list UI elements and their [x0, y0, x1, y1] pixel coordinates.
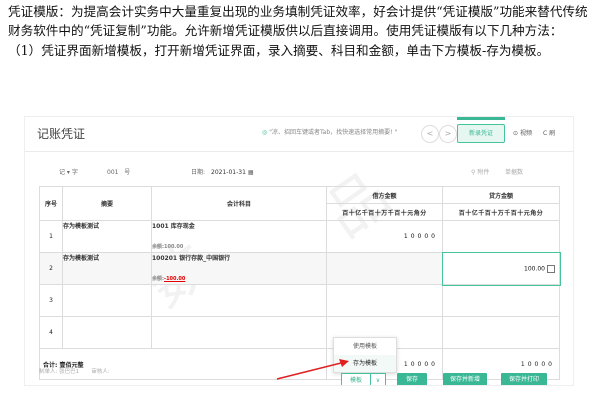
table-row: 3	[39, 284, 560, 317]
template-dropdown-toggle[interactable]: ∨	[370, 373, 386, 385]
summary-cell[interactable]	[62, 316, 152, 349]
template-button[interactable]: 模板	[341, 373, 371, 385]
balance-label: 余额:	[152, 276, 164, 282]
debit-amount-cell[interactable]: 10000	[326, 220, 443, 253]
paragraph-intro: 凭证模版：为提高会计实务中大量重复出现的业务填制凭证效率，好会计提供“凭证模版”…	[8, 4, 588, 39]
calendar-icon: ▦	[247, 169, 254, 176]
credit-digits: 百十亿千百十万千百十元角分	[442, 203, 560, 221]
account-cell[interactable]	[151, 284, 327, 317]
voucher-date-field[interactable]: 日期: 2021-01-31 ▦	[191, 167, 254, 176]
video-label: 视频	[519, 130, 532, 137]
account-name: 100201 银行存款_中国银行	[152, 255, 231, 262]
word-label: 字	[71, 169, 78, 176]
account-cell[interactable]	[151, 316, 327, 349]
attachment-label: 附件	[477, 169, 490, 176]
summary-cell[interactable]	[62, 284, 152, 317]
debit-amount-cell[interactable]	[326, 284, 443, 317]
balance-value: 100.00	[164, 244, 184, 250]
summary-cell[interactable]: 存为模板测试	[62, 252, 152, 285]
paragraph-method-1: （1）凭证界面新增模板，打开新增凭证界面，录入摘要、科目和金额，单击下方模板-存…	[8, 42, 550, 58]
use-template-menu-item[interactable]: 使用模板	[334, 338, 396, 355]
reviewer-label: 审核人:	[91, 369, 110, 375]
voucher-number-field[interactable]: 001 号	[107, 167, 130, 176]
date-label: 日期:	[191, 169, 206, 176]
page-title: 记账凭证	[37, 127, 86, 141]
debit-digits: 百十亿千百十万千百十元角分	[326, 203, 443, 221]
save-and-new-button[interactable]: 保存并新增	[443, 373, 487, 385]
row-number: 2	[39, 252, 63, 285]
row-number: 1	[39, 220, 63, 253]
word-value: 记	[59, 169, 66, 176]
table-header-row: 序号 摘要 会计科目 借方金额 贷方金额	[39, 186, 560, 221]
credit-amount-cell[interactable]	[442, 220, 560, 253]
calculator-icon[interactable]	[547, 264, 555, 273]
voucher-word-select[interactable]: 记 ▾ 字	[59, 167, 78, 176]
account-cell[interactable]: 1001 库存现金 余额:100.00	[151, 220, 327, 253]
table-row: 2 存为模板测试 100201 银行存款_中国银行 余额:-100.00 100…	[39, 251, 561, 286]
next-voucher-button[interactable]: >	[439, 125, 457, 143]
credit-amount-cell[interactable]	[442, 316, 560, 349]
account-balance: 余额:-100.00	[152, 275, 326, 282]
shortcut-hint-text: "凉、招回车键或者Tab，找快速选择常用摘要! "	[269, 129, 398, 136]
video-link[interactable]: ⊙ 视频	[513, 128, 532, 137]
document-count-field[interactable]: 单据数	[505, 167, 523, 176]
new-voucher-button[interactable]: 新录凭证	[457, 124, 505, 143]
col-summary-header: 摘要	[62, 186, 152, 221]
row-number: 3	[39, 284, 63, 317]
tip-icon: ◎	[262, 129, 268, 136]
shortcut-hint: ◎ "凉、招回车键或者Tab，找快速选择常用摘要! "	[262, 127, 397, 136]
save-button[interactable]: 保存	[397, 373, 427, 385]
credit-amount-input[interactable]: 100.00	[441, 251, 561, 286]
account-name: 1001 库存现金	[152, 223, 195, 230]
save-and-print-button[interactable]: 保存并打印	[501, 373, 547, 385]
col-no-header: 序号	[39, 186, 63, 221]
summary-cell[interactable]: 存为模板测试	[62, 220, 152, 253]
balance-value-negative: -100.00	[164, 276, 186, 282]
date-value: 2021-01-31	[211, 169, 246, 176]
voucher-footer: 制单人: 张巴巴1 审核人:	[39, 367, 110, 375]
number-label: 号	[124, 169, 131, 176]
maker-label: 制单人: 张巴巴1	[39, 369, 80, 375]
col-account-header: 会计科目	[151, 186, 327, 221]
debit-amount-cell[interactable]	[326, 252, 443, 285]
document-text: 凭证模版：为提高会计实务中大量重复出现的业务填制凭证效率，好会计提供“凭证模版”…	[0, 0, 594, 60]
save-as-template-menu-item[interactable]: 存为模板	[334, 355, 396, 372]
balance-label: 余额:	[152, 244, 164, 250]
table-row: 1 存为模板测试 1001 库存现金 余额:100.00 10000	[39, 220, 560, 253]
template-dropdown-menu: 使用模板 存为模板	[333, 337, 397, 373]
refresh-label: 刷	[549, 130, 556, 137]
voucher-topbar: 记账凭证 ◎ "凉、招回车键或者Tab，找快速选择常用摘要! " < > 新录凭证…	[25, 117, 573, 152]
account-balance: 余额:100.00	[152, 243, 326, 250]
credit-amount-cell[interactable]	[442, 284, 560, 317]
voucher-screenshot: 数 品 记账凭证 ◎ "凉、招回车键或者Tab，找快速选择常用摘要! " < > …	[24, 116, 574, 386]
table-row: 4	[39, 316, 560, 349]
col-credit-header: 贷方金额	[442, 186, 560, 204]
refresh-link[interactable]: C 刷	[543, 128, 555, 137]
attachment-link[interactable]: ⚲ 附件	[471, 167, 489, 176]
col-debit-header: 借方金额	[326, 186, 443, 204]
prev-voucher-button[interactable]: <	[421, 125, 439, 143]
account-cell[interactable]: 100201 银行存款_中国银行 余额:-100.00	[151, 252, 327, 285]
document-count-label: 单据数	[505, 169, 524, 176]
row-number: 4	[39, 316, 63, 349]
voucher-entry-table: 序号 摘要 会计科目 借方金额 贷方金额 百十亿千百十万千百十元角分 百十亿千百…	[39, 186, 561, 380]
number-value: 001	[107, 169, 119, 176]
credit-amount-value: 100.00	[524, 265, 545, 272]
play-icon: ⊙	[513, 130, 520, 137]
new-voucher-indicator	[457, 117, 505, 120]
